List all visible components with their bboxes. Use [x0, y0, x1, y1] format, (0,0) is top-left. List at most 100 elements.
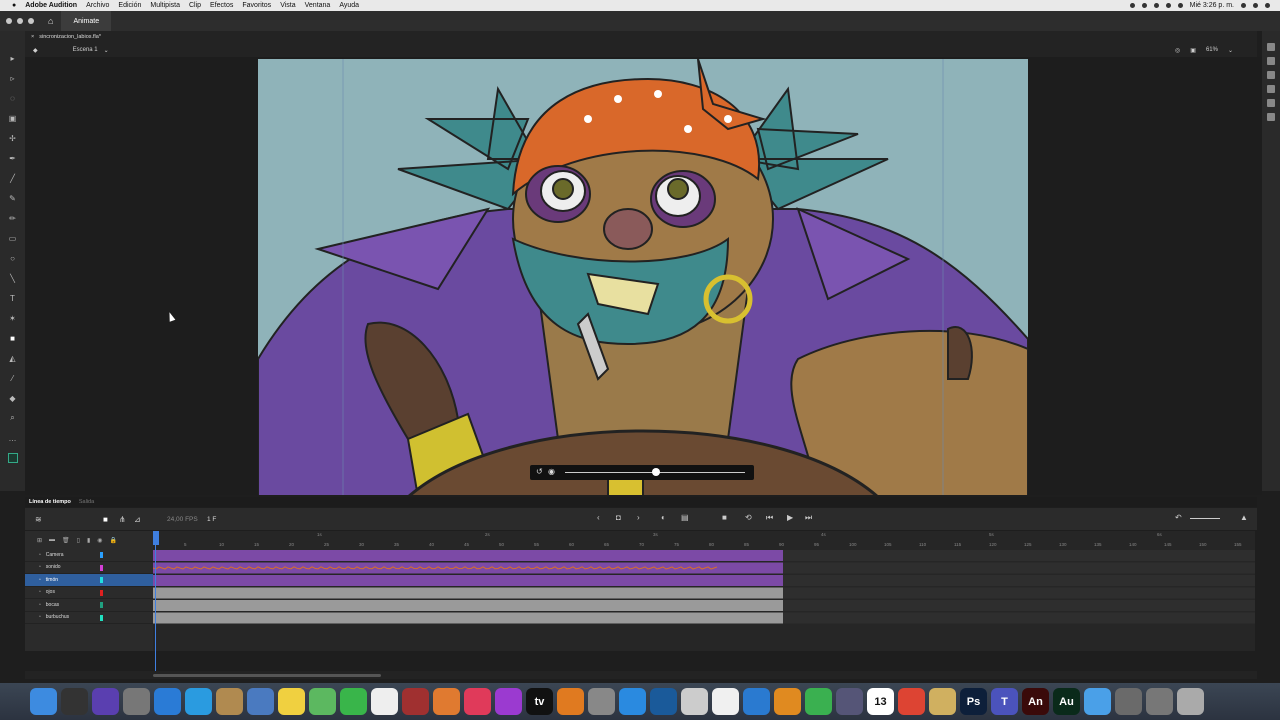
fit-timeline-icon[interactable]: ▲	[1240, 513, 1248, 522]
dock-app-safari[interactable]	[154, 688, 181, 715]
menu-clip[interactable]: Clip	[189, 2, 201, 9]
dock-app-audition[interactable]: Au	[1053, 688, 1080, 715]
layer-color-swatch[interactable]	[100, 602, 103, 608]
dock-app-photos[interactable]	[433, 688, 460, 715]
new-folder-icon[interactable]: ▬	[49, 537, 55, 543]
delete-layer-icon[interactable]: 🗑	[62, 537, 70, 544]
3d-tool-icon[interactable]: ✢	[8, 133, 18, 143]
transform-icon[interactable]	[1267, 113, 1275, 121]
oval-tool-icon[interactable]: ○	[8, 253, 18, 263]
clip-stage-icon[interactable]: ▣	[1190, 47, 1196, 54]
camera-lock-icon[interactable]: ◉	[548, 467, 555, 476]
menu-list-icon[interactable]	[1265, 3, 1270, 8]
dock-app-photoshop[interactable]: Ps	[960, 688, 987, 715]
camera-zoom-control[interactable]: ↺ ◉	[530, 465, 754, 480]
layer-row[interactable]: ▫ bocas	[25, 599, 153, 612]
line-tool-icon[interactable]: ╲	[8, 273, 18, 283]
dock-app-system-preferences[interactable]	[588, 688, 615, 715]
menu-edicion[interactable]: Edición	[118, 2, 141, 9]
parenting-icon[interactable]: ⋔	[119, 515, 126, 524]
scrollbar-thumb[interactable]	[153, 674, 381, 677]
assets-icon[interactable]	[1267, 71, 1275, 79]
dock-app-downloads[interactable]	[1115, 688, 1142, 715]
layer-color-swatch[interactable]	[100, 564, 103, 571]
dock-app-apple-tv[interactable]: tv	[526, 688, 553, 715]
menu-archivo[interactable]: Archivo	[86, 2, 109, 9]
dock-app-reminders[interactable]	[371, 688, 398, 715]
timeline-scrollbar[interactable]	[25, 671, 1257, 679]
dock-app-facetime[interactable]	[340, 688, 367, 715]
library-icon[interactable]	[1267, 57, 1275, 65]
stop-icon[interactable]: ■	[722, 513, 727, 522]
layer-row[interactable]: ▫ ojos	[25, 587, 153, 599]
pencil-tool-icon[interactable]: ✏	[8, 213, 18, 223]
tab-timeline[interactable]: Línea de tiempo	[29, 499, 71, 505]
menu-favoritos[interactable]: Favoritos	[242, 2, 271, 9]
layer-color-swatch[interactable]	[100, 589, 103, 596]
camera-layer-icon[interactable]: ■	[103, 515, 108, 524]
zoom-value[interactable]: 61%	[1206, 47, 1218, 53]
eraser-tool-icon[interactable]: ◆	[8, 393, 18, 403]
apple-icon[interactable]: ●	[12, 2, 16, 9]
rectangle-tool-icon[interactable]: ▭	[8, 233, 18, 243]
dock-app-numbers[interactable]	[805, 688, 832, 715]
frame-ruler[interactable]: 5 10 15 20 25 30 35 40 45 50 55 60 65 70 75 80 85 90 95 100…	[153, 531, 1255, 549]
layer-track[interactable]	[153, 575, 783, 586]
layer-row[interactable]: ▫ sonido	[25, 562, 153, 574]
menu-ventana[interactable]: Ventana	[305, 2, 331, 9]
loop-icon[interactable]: ⟲	[745, 513, 752, 522]
visibility-icon[interactable]: ◉	[97, 537, 102, 544]
chevron-down-icon[interactable]: ⌄	[104, 47, 109, 54]
dock-app-pages[interactable]	[774, 688, 801, 715]
dock-app-trash[interactable]	[1177, 688, 1204, 715]
record-icon[interactable]	[1129, 3, 1135, 8]
lock-icon[interactable]: 🔒	[110, 537, 117, 544]
layer-color-swatch[interactable]	[100, 614, 103, 621]
next-keyframe-icon[interactable]: ›	[637, 513, 640, 522]
dock-app-calendar[interactable]: 13	[867, 688, 894, 715]
zoom-tool-icon[interactable]: ⌕	[8, 413, 18, 423]
clock[interactable]: Mié 3:26 p. m.	[1190, 2, 1234, 9]
empty-frames[interactable]	[783, 575, 1255, 586]
menu-vista[interactable]: Vista	[280, 2, 295, 9]
layer-color-swatch[interactable]	[100, 577, 103, 583]
prev-keyframe-icon[interactable]: ‹	[597, 513, 600, 522]
color-icon[interactable]	[1267, 99, 1275, 107]
layer-row[interactable]: ▫ timón	[25, 574, 153, 587]
selection-tool-icon[interactable]: ▸	[8, 53, 18, 63]
maximize-window-button[interactable]	[28, 18, 34, 24]
dock-app-notes[interactable]	[278, 688, 305, 715]
playhead[interactable]	[153, 531, 159, 671]
onion-skin-icon[interactable]: ◐	[661, 513, 666, 522]
dock-app-teams[interactable]: T	[991, 688, 1018, 715]
empty-frames[interactable]	[783, 600, 1255, 611]
dock-app-image-capture[interactable]	[836, 688, 863, 715]
edit-multiple-frames-icon[interactable]: ▤	[681, 513, 689, 522]
dock-app-photo-booth[interactable]	[402, 688, 429, 715]
pen-tool-icon[interactable]: ✒	[8, 153, 18, 163]
bone-tool-icon[interactable]: ✶	[8, 313, 18, 323]
dock-app-contacts[interactable]	[216, 688, 243, 715]
empty-frames[interactable]	[783, 587, 1255, 599]
forward-icon[interactable]: ⏭	[805, 513, 812, 523]
home-icon[interactable]: ⌂	[48, 16, 53, 26]
dock-app-textedit[interactable]	[712, 688, 739, 715]
layer-row[interactable]: ▫ Camera	[25, 549, 153, 562]
camera-zoom-slider[interactable]	[652, 468, 660, 476]
dock-app-finder[interactable]	[30, 688, 57, 715]
outline-icon[interactable]: ▯	[77, 537, 80, 544]
close-icon[interactable]: ×	[31, 34, 34, 40]
dock-app-chrome[interactable]	[898, 688, 925, 715]
menu-ayuda[interactable]: Ayuda	[339, 2, 359, 9]
search-icon[interactable]	[1241, 3, 1246, 8]
undo-zoom-icon[interactable]: ↶	[1175, 513, 1182, 522]
stage[interactable]: ↺ ◉	[25, 57, 1262, 495]
dock-app-screens[interactable]	[1146, 688, 1173, 715]
dock-app-app-store[interactable]	[619, 688, 646, 715]
timeline-zoom-slider[interactable]	[1190, 518, 1220, 519]
dock-app-folder[interactable]	[1084, 688, 1111, 715]
dock-app-preview[interactable]	[247, 688, 274, 715]
dock-app-siri[interactable]	[92, 688, 119, 715]
properties-icon[interactable]	[1267, 43, 1275, 51]
layer-track[interactable]	[153, 600, 783, 611]
